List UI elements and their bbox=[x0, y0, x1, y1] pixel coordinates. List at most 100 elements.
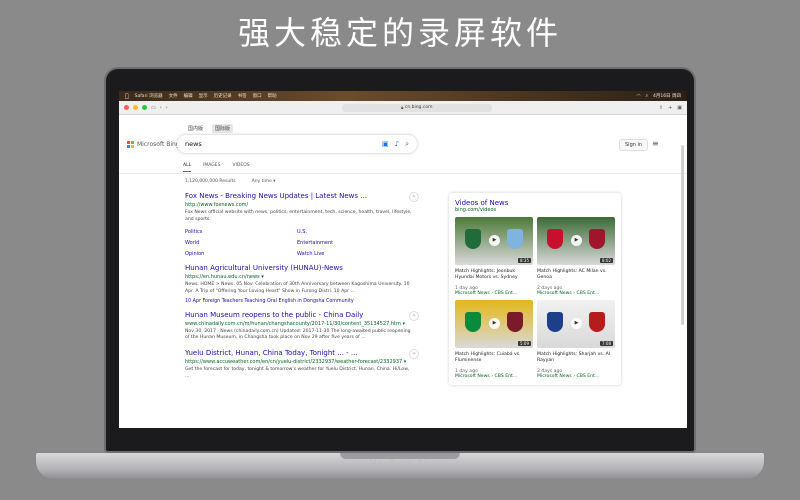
video-thumbnail[interactable]: ▶ 8:02 bbox=[537, 217, 615, 265]
menu-item[interactable]: 历史记录 bbox=[214, 93, 232, 99]
tab-videos[interactable]: VIDEOS bbox=[233, 163, 250, 172]
screen-bezel bbox=[119, 428, 687, 446]
logo-text: Microsoft Bing bbox=[137, 141, 180, 148]
time-filter-dropdown[interactable]: Any time ▾ bbox=[252, 179, 276, 184]
video-duration: 5:09 bbox=[518, 340, 531, 346]
result-title-link[interactable]: Hunan Museum reopens to the public - Chi… bbox=[185, 311, 415, 319]
microphone-icon[interactable]: ♪ bbox=[395, 140, 399, 149]
video-thumbnail[interactable]: ▶ 7:08 bbox=[537, 299, 615, 348]
video-thumbnail[interactable]: ▶ 8:35 bbox=[455, 217, 533, 265]
tab-china[interactable]: 国内版 bbox=[185, 124, 206, 133]
play-icon[interactable]: ▶ bbox=[571, 235, 582, 246]
sublink[interactable]: U.S. bbox=[297, 229, 409, 235]
result-url[interactable]: http://www.foxnews.com/ bbox=[185, 202, 415, 208]
divider bbox=[119, 173, 687, 174]
result-title-link[interactable]: Fox News - Breaking News Updates | Lates… bbox=[185, 192, 415, 200]
minimize-window-button[interactable] bbox=[133, 105, 138, 110]
menu-item[interactable]: 窗口 bbox=[253, 93, 262, 99]
result-url[interactable]: https://www.accuweather.com/en/cn/yuelu-… bbox=[185, 359, 415, 365]
team-crest bbox=[507, 311, 523, 332]
menu-item[interactable]: 编辑 bbox=[184, 93, 193, 99]
lightbulb-icon[interactable]: ✧ bbox=[409, 192, 419, 202]
apple-icon[interactable]:  bbox=[125, 93, 129, 100]
video-thumbnail[interactable]: ▶ 5:09 bbox=[455, 299, 533, 348]
zoom-window-button[interactable] bbox=[142, 105, 147, 110]
wifi-icon[interactable]: ◠ bbox=[637, 94, 641, 99]
video-duration: 7:08 bbox=[600, 340, 613, 346]
team-crest bbox=[589, 229, 605, 249]
tab-images[interactable]: IMAGES bbox=[203, 163, 220, 172]
result-snippet: Fox News official website with news, pol… bbox=[185, 210, 412, 222]
tabs-overview-icon[interactable]: ▣ bbox=[677, 105, 682, 111]
sign-in-button[interactable]: Sign in bbox=[619, 139, 649, 151]
result-title-link[interactable]: Yuelu District, Hunan, China Today, Toni… bbox=[185, 349, 415, 357]
microsoft-logo-icon bbox=[127, 141, 134, 148]
menu-item[interactable]: 文件 bbox=[169, 93, 178, 99]
menubar-clock[interactable]: 4月16日 周四 bbox=[653, 93, 681, 99]
sidebar-icon[interactable]: ▭ bbox=[151, 105, 156, 111]
search-icon[interactable]: ⌕ bbox=[645, 93, 648, 99]
search-icon[interactable]: ⌕ bbox=[405, 140, 409, 149]
video-card[interactable]: ▶ 8:02 Match Highlights: AC Milan vs. Geno… bbox=[537, 217, 615, 296]
lightbulb-icon[interactable]: ✧ bbox=[409, 349, 419, 360]
sublink[interactable]: Politics bbox=[185, 229, 297, 235]
lightbulb-icon[interactable]: ✧ bbox=[409, 310, 419, 321]
bing-logo[interactable]: Microsoft Bing bbox=[127, 141, 180, 148]
search-result: Hunan Agricultural University (HUNAU)-Ne… bbox=[185, 264, 415, 304]
visual-search-icon[interactable]: ▣ bbox=[382, 140, 389, 149]
result-url[interactable]: https://en.hunau.edu.cn/news ▾ bbox=[185, 274, 415, 280]
play-icon[interactable]: ▶ bbox=[489, 235, 500, 246]
play-icon[interactable]: ▶ bbox=[571, 317, 582, 329]
video-duration: 8:35 bbox=[518, 258, 531, 263]
result-url[interactable]: www.chinadaily.com.cn/m/hunan/changshaco… bbox=[185, 321, 415, 327]
video-caption[interactable]: Match Highlights: Sharjah vs. Al Rayyan bbox=[537, 352, 615, 365]
close-window-button[interactable] bbox=[124, 105, 129, 110]
menu-item[interactable]: Safari 浏览器 bbox=[135, 93, 163, 99]
videos-url[interactable]: bing.com/videos bbox=[455, 207, 615, 213]
search-input[interactable]: news bbox=[185, 140, 202, 148]
video-duration: 8:02 bbox=[600, 258, 613, 263]
deep-link[interactable]: 10 Apr Foreign Teachers Teaching Oral En… bbox=[185, 299, 415, 304]
sublink[interactable]: Entertainment bbox=[297, 240, 409, 246]
new-tab-icon[interactable]: + bbox=[668, 105, 672, 111]
menu-item[interactable]: 书签 bbox=[238, 93, 247, 99]
results-count: 1,120,000,000 Results bbox=[185, 179, 236, 184]
hamburger-menu-icon[interactable]: ≡ bbox=[652, 139, 659, 148]
tab-all[interactable]: ALL bbox=[183, 163, 192, 172]
share-icon[interactable]: ⇪ bbox=[659, 105, 663, 111]
tab-international[interactable]: 国际版 bbox=[212, 124, 234, 133]
bing-page: 国内版 国际版 Microsoft Bing news ▣ ♪ ⌕ Sign i… bbox=[119, 115, 687, 428]
video-source[interactable]: Microsoft News › CBS Ent... bbox=[537, 291, 615, 296]
video-card[interactable]: ▶ 8:35 Match Highlights: Jeonbuk Hyundai M… bbox=[455, 217, 533, 296]
videos-title-link[interactable]: Videos of News bbox=[455, 199, 615, 207]
video-card[interactable]: ▶ 5:09 Match Highlights: Cuiabá vs. Flumin… bbox=[455, 299, 533, 379]
mac-menubar:  Safari 浏览器 文件 编辑 显示 历史记录 书签 窗口 帮助 ◠ ⌕ … bbox=[119, 91, 687, 101]
result-snippet: News. HOME > News. 05 Nov. Celebration o… bbox=[185, 281, 410, 294]
video-source[interactable]: Microsoft News › CBS Ent... bbox=[455, 291, 533, 296]
address-bar[interactable]: 🔒︎ cn.bing.com bbox=[341, 103, 492, 112]
lock-icon: 🔒︎ bbox=[401, 105, 404, 111]
video-source[interactable]: Microsoft News › CBS Ent... bbox=[537, 374, 615, 379]
video-caption[interactable]: Match Highlights: Cuiabá vs. Fluminense bbox=[455, 352, 533, 365]
region-tabs: 国内版 国际版 bbox=[185, 124, 234, 133]
video-source[interactable]: Microsoft News › CBS Ent... bbox=[455, 374, 533, 379]
page-scrollbar[interactable] bbox=[681, 145, 684, 325]
promo-headline: 强大稳定的录屏软件 bbox=[237, 14, 562, 52]
menu-item[interactable]: 显示 bbox=[199, 93, 208, 99]
team-crest bbox=[589, 311, 605, 332]
sublink[interactable]: Opinion bbox=[185, 251, 297, 257]
back-icon[interactable]: ‹ bbox=[160, 105, 162, 111]
team-crest bbox=[547, 311, 563, 332]
sublink[interactable]: Watch Live bbox=[297, 251, 409, 257]
forward-icon[interactable]: › bbox=[166, 105, 168, 111]
play-icon[interactable]: ▶ bbox=[489, 317, 500, 329]
menu-item[interactable]: 帮助 bbox=[268, 93, 277, 99]
video-caption[interactable]: Match Highlights: Jeonbuk Hyundai Motors… bbox=[455, 269, 533, 282]
video-card[interactable]: ▶ 7:08 Match Highlights: Sharjah vs. Al Ra… bbox=[537, 299, 615, 379]
result-snippet: Get the forecast for today, tonight & to… bbox=[185, 367, 410, 380]
search-box[interactable]: news ▣ ♪ ⌕ bbox=[177, 135, 417, 153]
sublink[interactable]: World bbox=[185, 240, 297, 246]
result-title-link[interactable]: Hunan Agricultural University (HUNAU)-Ne… bbox=[185, 264, 415, 272]
search-nav-tabs: ALL IMAGES VIDEOS bbox=[183, 163, 250, 172]
video-caption[interactable]: Match Highlights: AC Milan vs. Genoa bbox=[537, 269, 615, 282]
